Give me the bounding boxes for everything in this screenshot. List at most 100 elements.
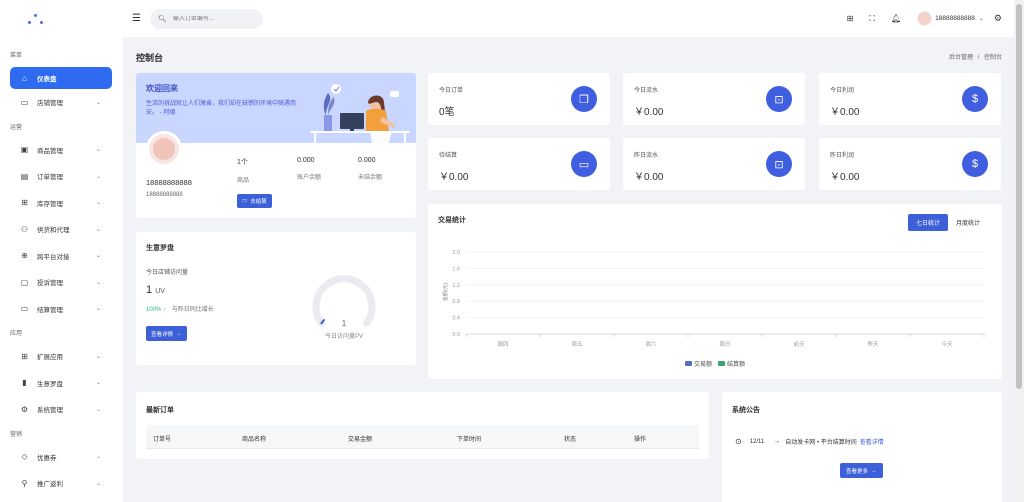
sidebar-item-label: 仪表盘 (37, 76, 57, 83)
growth-label: 与昨日同比增长 (171, 307, 214, 313)
stat-card-title: 昨日流水 (634, 153, 659, 159)
search-icon: 🔍︎ (157, 15, 167, 23)
coin-icon: $ (962, 86, 988, 112)
stat-balance-label: 账户余额 (297, 175, 322, 181)
settlement-icon: ▭ (20, 304, 29, 314)
sidebar-item-label: 店铺管理 (37, 100, 63, 108)
stat-card: 昨日流水 ￥0.00 ⊡ (623, 138, 805, 190)
sidebar-item-bar-chart[interactable]: ▮ 生意罗盘 ⌄ (0, 370, 123, 397)
breadcrumb-current: 控制台 (983, 55, 1002, 61)
sidebar-item-coupon[interactable]: ◇ 优惠券 ⌄ (0, 444, 123, 471)
sidebar-item-promo[interactable]: ⚲ 推广返利 ⌄ (0, 470, 123, 497)
store-icon: ▭ (20, 97, 29, 107)
sidebar-item-label: 跨平台对接 (37, 253, 70, 261)
sidebar-item-settlement[interactable]: ▭ 结算管理 ⌄ (0, 296, 123, 323)
x-tick-label: 昨天 (867, 340, 879, 348)
chevron-down-icon: ⌄ (95, 253, 101, 260)
logo[interactable] (0, 0, 123, 37)
gauge-ring (312, 275, 376, 327)
visits-number: 1 (146, 284, 153, 296)
stat-goods-value: 1个 (237, 159, 248, 166)
col-order-no: 订单号 (153, 437, 172, 443)
qrcode-icon[interactable]: ⊞ (847, 14, 854, 23)
chevron-down-icon: ⌄ (95, 380, 101, 387)
settle-button-label: 去结算 (250, 199, 267, 205)
chart-legend: 交易额 结算额 (428, 359, 1002, 368)
notice-date: 12/11 (749, 438, 765, 445)
home-icon: ⌂ (22, 73, 27, 83)
trade-chart: 0.0 0.4 0.8 1.2 1.6 2.0 金额(元) 周四 周五 周六 周日 前天 昨天 今天 (442, 250, 985, 348)
legend-settle[interactable]: 结算额 (718, 359, 745, 368)
stat-card: 今日利润 ￥0.00 $ (819, 73, 1001, 125)
orders-table-header: 订单号 商品名称 交易金额 下单时间 状态 操作 (146, 425, 699, 449)
bar-chart-icon: ▮ (22, 378, 27, 388)
sidebar-item-label: 生意罗盘 (37, 380, 63, 388)
breadcrumb-home[interactable]: 后台管理 (949, 55, 973, 61)
scrollbar-thumb[interactable] (1016, 4, 1022, 389)
sidebar-item-store[interactable]: ▭ 店铺管理 ⌄ (0, 89, 123, 116)
sidebar-item-apps[interactable]: ⊞ 扩展应用 ⌄ (0, 343, 123, 370)
notice-detail-link[interactable]: 查看详情 (860, 437, 884, 446)
stat-card-title: 今日利润 (830, 88, 855, 94)
fullscreen-icon[interactable]: ⛶ (869, 14, 875, 24)
trade-stats-card: 交易统计 七日统计 月度统计 0.0 0.4 0.8 1.2 1.6 2.0 金额(元) 周四… (428, 204, 1002, 379)
stat-card-title: 今日订单 (439, 88, 464, 94)
sidebar-item-order[interactable]: ▤ 订单管理 ⌄ (0, 163, 123, 190)
sidebar-item-label: 商品管理 (37, 147, 63, 155)
sidebar-item-label: 投诉管理 (37, 280, 63, 288)
stat-balance-value: 0.000 (297, 157, 315, 164)
view-more-button[interactable]: 查看更多 → (840, 463, 883, 478)
sidebar-item-label: 系统管理 (37, 407, 63, 415)
compass-title: 生意罗盘 (146, 245, 174, 252)
sidebar-item-supply[interactable]: ⚇ 供货和代理 ⌄ (0, 216, 123, 243)
avatar[interactable] (917, 11, 933, 26)
bell-icon[interactable]: 🔔︎ (891, 14, 901, 23)
view-detail-button[interactable]: 查看详情 → (146, 326, 187, 341)
trade-tabs: 七日统计 月度统计 (907, 214, 988, 231)
sidebar-item-home[interactable]: ⌂ 仪表盘 (10, 67, 112, 89)
sidebar-item-goods[interactable]: ▣ 商品管理 ⌄ (0, 137, 123, 164)
y-tick-label: 0.4 (452, 316, 460, 322)
search-box[interactable]: 🔍︎ (149, 8, 263, 29)
sidebar-section-label: 运营 (10, 124, 23, 131)
y-tick-label: 0.8 (452, 299, 460, 305)
sidebar-item-label: 供货和代理 (37, 227, 70, 235)
legend-settle-swatch (718, 361, 725, 366)
visits-label: 今日店铺访问量 (146, 270, 189, 276)
sidebar-item-globe[interactable]: ⊕ 跨平台对接 ⌄ (0, 243, 123, 270)
growth-pct: 100% (146, 307, 162, 313)
menu-toggle-icon[interactable]: ☰ (132, 13, 141, 24)
tab-seven-day[interactable]: 七日统计 (907, 214, 948, 231)
sidebar-item-complaint[interactable]: ▢ 投诉管理 ⌄ (0, 269, 123, 296)
business-compass-card: 生意罗盘 今日店铺访问量 1 UV 100% ↑ 与昨日同比增长 查看详情 → … (136, 232, 416, 365)
settle-button[interactable]: ▭ 去结算 (237, 194, 272, 208)
sidebar-section-label: 营销 (10, 431, 23, 438)
sidebar-item-inventory[interactable]: ⊞ 库存管理 ⌄ (0, 190, 123, 217)
tab-monthly[interactable]: 月度统计 (948, 214, 988, 231)
welcome-card: 欢迎回来 生活的挑战就让人们激奋，我们却在缺憾的环境中随遇而安。 - 阿德 18… (136, 73, 416, 218)
globe-icon: ⊕ (21, 251, 28, 261)
stat-card-value: ￥0.00 (634, 107, 664, 118)
settings-gear-icon[interactable]: ⚙ (994, 13, 1002, 24)
sidebar-item-gear[interactable]: ⚙ 系统管理 ⌄ (0, 396, 123, 423)
username[interactable]: 18888888888 (935, 15, 975, 22)
scrollbar[interactable] (1014, 0, 1024, 502)
money-box-icon: ⊡ (766, 151, 792, 177)
breadcrumb: 后台管理 / 控制台 (949, 52, 1002, 61)
stat-card: 今日流水 ￥0.00 ⊡ (623, 73, 805, 125)
stat-card-value: ￥0.00 (439, 172, 469, 183)
search-input[interactable] (172, 15, 263, 22)
welcome-subtitle: 生活的挑战就让人们激奋，我们却在缺憾的环境中随遇而安。 - 阿德 (146, 101, 297, 116)
supply-icon: ⚇ (20, 224, 29, 234)
legend-trade[interactable]: 交易额 (684, 359, 712, 368)
stat-card-title: 待结算 (439, 153, 458, 159)
x-tick-label: 周五 (571, 341, 583, 348)
chevron-down-icon: ⌄ (95, 173, 101, 180)
chevron-down-icon[interactable]: ⌄ (979, 15, 984, 22)
breadcrumb-sep: / (977, 55, 980, 61)
coupon-icon: ◇ (21, 452, 28, 462)
view-more-label: 查看更多 (846, 468, 869, 475)
col-order-time: 下单时间 (457, 437, 482, 443)
col-status: 状态 (564, 437, 577, 443)
page-title: 控制台 (136, 53, 164, 63)
